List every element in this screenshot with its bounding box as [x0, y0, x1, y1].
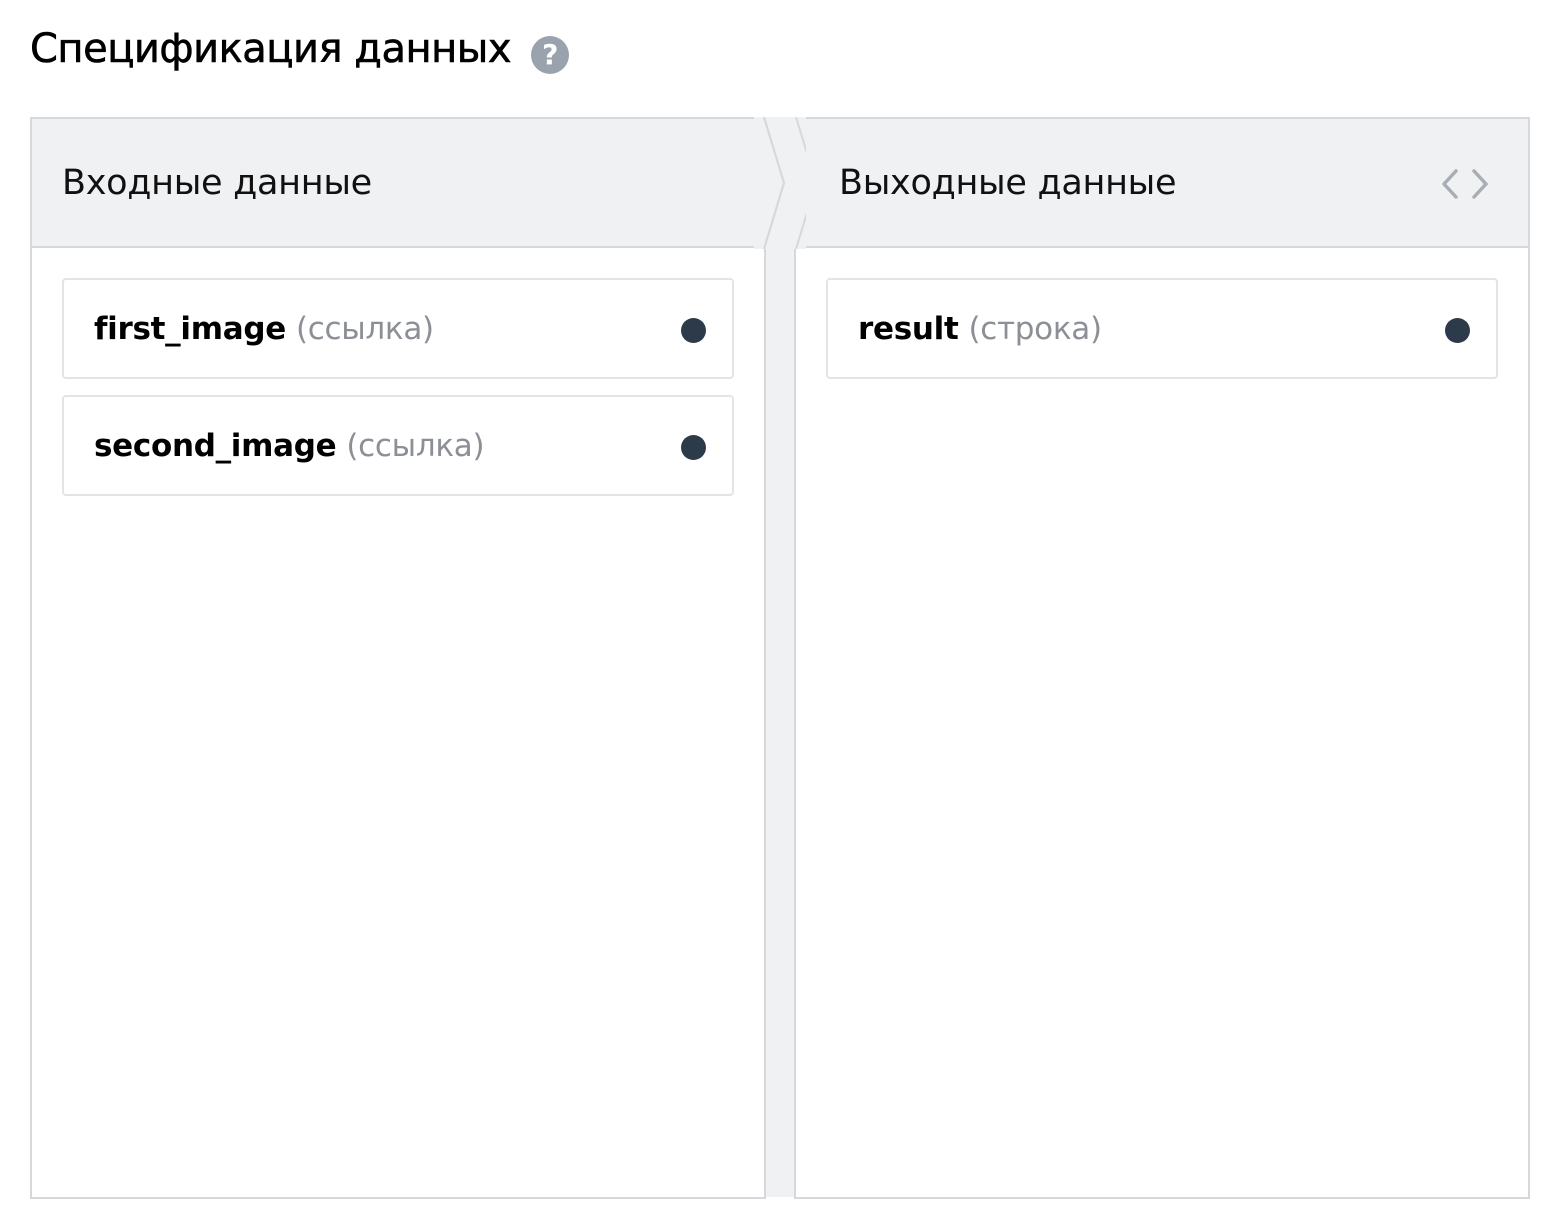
page-title: Спецификация данных ?	[30, 24, 570, 74]
output-panel-header: Выходные данные	[796, 119, 1528, 248]
input-field-card[interactable]: first_image (ссылка)	[62, 278, 734, 379]
connector-dot-icon[interactable]	[681, 435, 706, 460]
field-type: (ссылка)	[295, 310, 434, 347]
output-field-card[interactable]: result (строка)	[826, 278, 1498, 379]
field-name: result	[858, 310, 959, 347]
field-name: second_image	[94, 427, 337, 464]
field-type: (строка)	[968, 310, 1102, 347]
field-name: first_image	[94, 310, 286, 347]
field-type: (ссылка)	[346, 427, 485, 464]
page-title-text: Спецификация данных	[30, 26, 512, 73]
input-fields-list: first_image (ссылка) second_image (ссылк…	[32, 248, 764, 496]
panel-divider	[764, 117, 796, 1197]
input-panel-title: Входные данные	[62, 162, 372, 203]
output-data-panel: Выходные данные result (строка)	[794, 117, 1530, 1199]
input-data-panel: Входные данные first_image (ссылка) seco…	[30, 117, 766, 1199]
data-specification-editor: Входные данные first_image (ссылка) seco…	[30, 117, 1530, 1199]
connector-dot-icon[interactable]	[1445, 318, 1470, 343]
output-fields-list: result (строка)	[796, 248, 1528, 379]
output-panel-title: Выходные данные	[839, 162, 1177, 203]
help-question-icon[interactable]: ?	[531, 36, 570, 74]
connector-dot-icon[interactable]	[681, 318, 706, 343]
input-panel-header: Входные данные	[32, 119, 764, 248]
input-field-card[interactable]: second_image (ссылка)	[62, 395, 734, 496]
code-brackets-icon[interactable]	[1440, 167, 1490, 201]
